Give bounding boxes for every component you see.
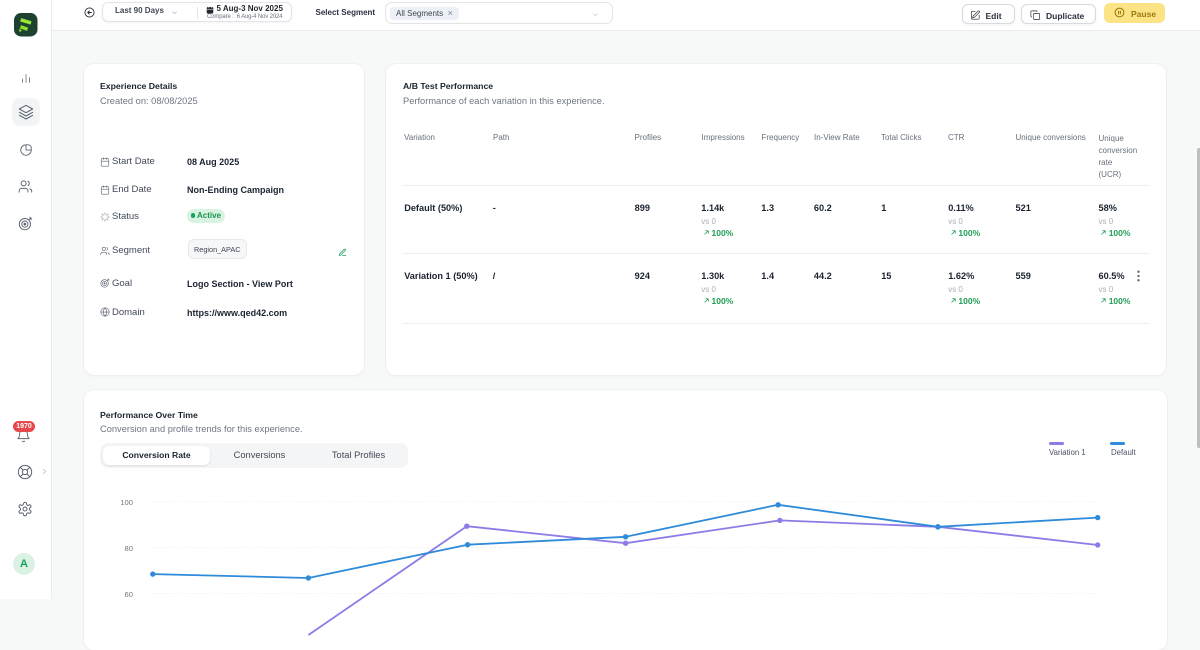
svg-text:60: 60 [125, 590, 133, 599]
svg-text:80: 80 [125, 544, 133, 553]
svg-text:100: 100 [120, 498, 133, 507]
